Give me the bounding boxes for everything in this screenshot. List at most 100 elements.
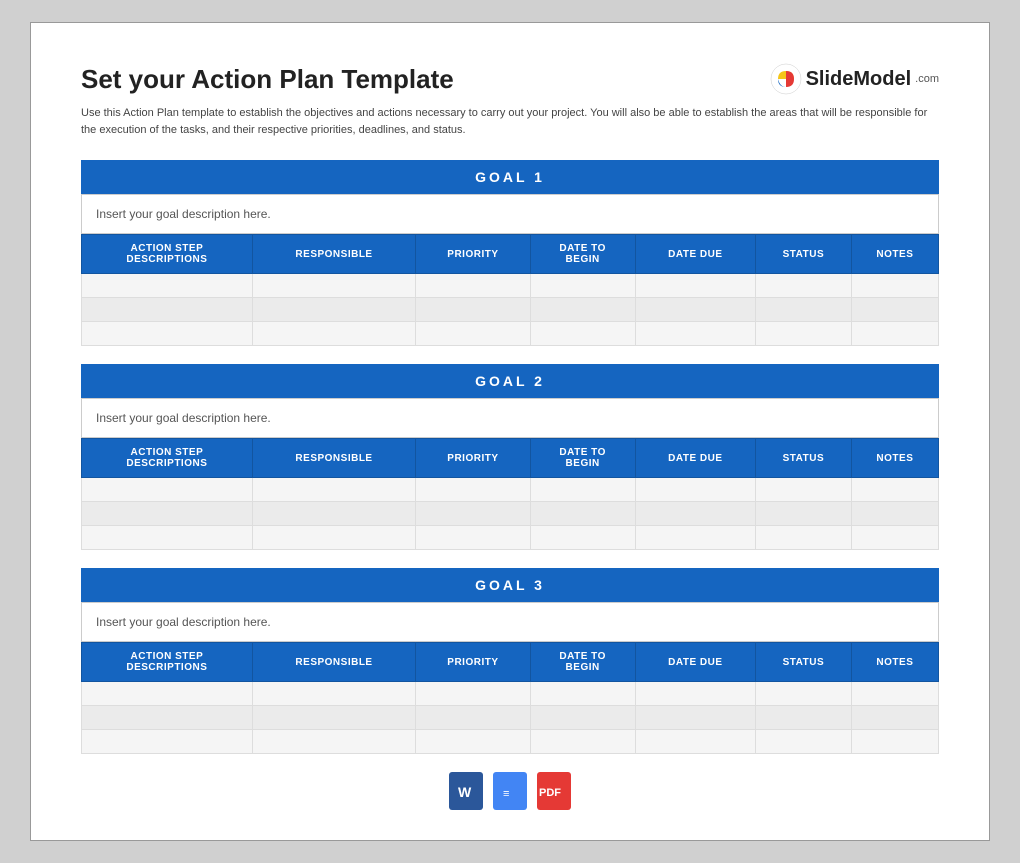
table-cell-2-2-5 <box>635 502 755 526</box>
table-cell-3-2-6 <box>755 706 851 730</box>
table-cell-2-2-6 <box>755 502 851 526</box>
table-cell-2-1-7 <box>851 478 938 502</box>
table-row <box>82 706 939 730</box>
col-header-2-4: DATE TOBEGIN <box>530 439 635 478</box>
svg-text:PDF: PDF <box>539 787 561 799</box>
table-cell-1-2-5 <box>635 298 755 322</box>
table-cell-2-2-4 <box>530 502 635 526</box>
table-cell-1-3-3 <box>416 322 530 346</box>
table-row <box>82 526 939 550</box>
goal-table-2: ACTION STEPDESCRIPTIONSRESPONSIBLEPRIORI… <box>81 438 939 550</box>
col-header-2-2: RESPONSIBLE <box>252 439 416 478</box>
table-cell-3-2-7 <box>851 706 938 730</box>
col-header-2-1: ACTION STEPDESCRIPTIONS <box>82 439 253 478</box>
header-row: Set your Action Plan Template SlideModel… <box>81 63 939 95</box>
table-row <box>82 298 939 322</box>
table-row <box>82 730 939 754</box>
goal-header-3: GOAL 3 <box>81 568 939 602</box>
table-cell-2-2-2 <box>252 502 416 526</box>
table-cell-1-1-7 <box>851 274 938 298</box>
page-title: Set your Action Plan Template <box>81 64 454 95</box>
table-cell-1-1-1 <box>82 274 253 298</box>
table-cell-2-2-7 <box>851 502 938 526</box>
table-cell-3-3-4 <box>530 730 635 754</box>
goals-container: GOAL 1Insert your goal description here.… <box>81 160 939 754</box>
logo-text: SlideModel <box>806 68 912 91</box>
table-cell-2-2-1 <box>82 502 253 526</box>
table-cell-3-2-2 <box>252 706 416 730</box>
col-header-2-7: NOTES <box>851 439 938 478</box>
table-row <box>82 682 939 706</box>
page-container: Set your Action Plan Template SlideModel… <box>30 22 990 841</box>
col-header-2-3: PRIORITY <box>416 439 530 478</box>
table-cell-3-3-5 <box>635 730 755 754</box>
table-cell-1-1-4 <box>530 274 635 298</box>
table-cell-3-3-6 <box>755 730 851 754</box>
table-cell-2-1-5 <box>635 478 755 502</box>
table-cell-1-3-1 <box>82 322 253 346</box>
col-header-1-1: ACTION STEPDESCRIPTIONS <box>82 235 253 274</box>
table-cell-2-3-1 <box>82 526 253 550</box>
goal-table-1: ACTION STEPDESCRIPTIONSRESPONSIBLEPRIORI… <box>81 234 939 346</box>
table-cell-3-1-1 <box>82 682 253 706</box>
table-cell-1-3-7 <box>851 322 938 346</box>
table-cell-3-3-1 <box>82 730 253 754</box>
table-cell-3-2-3 <box>416 706 530 730</box>
table-cell-1-2-4 <box>530 298 635 322</box>
table-cell-2-1-6 <box>755 478 851 502</box>
table-cell-3-3-2 <box>252 730 416 754</box>
goal-header-1: GOAL 1 <box>81 160 939 194</box>
col-header-1-3: PRIORITY <box>416 235 530 274</box>
svg-text:≡: ≡ <box>503 788 509 800</box>
table-cell-1-3-2 <box>252 322 416 346</box>
table-cell-1-2-1 <box>82 298 253 322</box>
table-cell-3-3-3 <box>416 730 530 754</box>
table-cell-1-3-5 <box>635 322 755 346</box>
table-cell-2-1-4 <box>530 478 635 502</box>
goal-section-3: GOAL 3Insert your goal description here.… <box>81 568 939 754</box>
docs-icon[interactable]: ≡ <box>493 772 527 810</box>
table-cell-1-1-6 <box>755 274 851 298</box>
col-header-1-4: DATE TOBEGIN <box>530 235 635 274</box>
col-header-3-5: DATE DUE <box>635 643 755 682</box>
goal-section-1: GOAL 1Insert your goal description here.… <box>81 160 939 346</box>
col-header-1-5: DATE DUE <box>635 235 755 274</box>
table-cell-3-1-4 <box>530 682 635 706</box>
col-header-2-5: DATE DUE <box>635 439 755 478</box>
table-cell-3-1-7 <box>851 682 938 706</box>
table-cell-1-2-2 <box>252 298 416 322</box>
svg-text:W: W <box>458 784 472 800</box>
table-cell-3-3-7 <box>851 730 938 754</box>
page-description: Use this Action Plan template to establi… <box>81 105 939 138</box>
pdf-icon[interactable]: PDF <box>537 772 571 810</box>
goal-description-1: Insert your goal description here. <box>81 194 939 234</box>
footer-icons: W ≡ PDF <box>81 772 939 810</box>
table-cell-3-2-1 <box>82 706 253 730</box>
table-cell-3-2-5 <box>635 706 755 730</box>
table-row <box>82 502 939 526</box>
goal-table-3: ACTION STEPDESCRIPTIONSRESPONSIBLEPRIORI… <box>81 642 939 754</box>
table-cell-2-3-4 <box>530 526 635 550</box>
slidemodel-logo-icon <box>770 63 802 95</box>
col-header-3-2: RESPONSIBLE <box>252 643 416 682</box>
table-cell-1-1-2 <box>252 274 416 298</box>
table-cell-1-2-6 <box>755 298 851 322</box>
goal-description-3: Insert your goal description here. <box>81 602 939 642</box>
table-cell-2-3-6 <box>755 526 851 550</box>
word-icon[interactable]: W <box>449 772 483 810</box>
col-header-3-1: ACTION STEPDESCRIPTIONS <box>82 643 253 682</box>
table-row <box>82 478 939 502</box>
col-header-1-7: NOTES <box>851 235 938 274</box>
table-row <box>82 274 939 298</box>
table-cell-2-3-5 <box>635 526 755 550</box>
table-cell-2-2-3 <box>416 502 530 526</box>
col-header-3-6: STATUS <box>755 643 851 682</box>
table-cell-1-2-7 <box>851 298 938 322</box>
col-header-3-4: DATE TOBEGIN <box>530 643 635 682</box>
goal-header-2: GOAL 2 <box>81 364 939 398</box>
table-cell-3-1-3 <box>416 682 530 706</box>
table-cell-2-3-3 <box>416 526 530 550</box>
table-cell-1-1-3 <box>416 274 530 298</box>
table-cell-2-1-2 <box>252 478 416 502</box>
table-cell-2-1-1 <box>82 478 253 502</box>
